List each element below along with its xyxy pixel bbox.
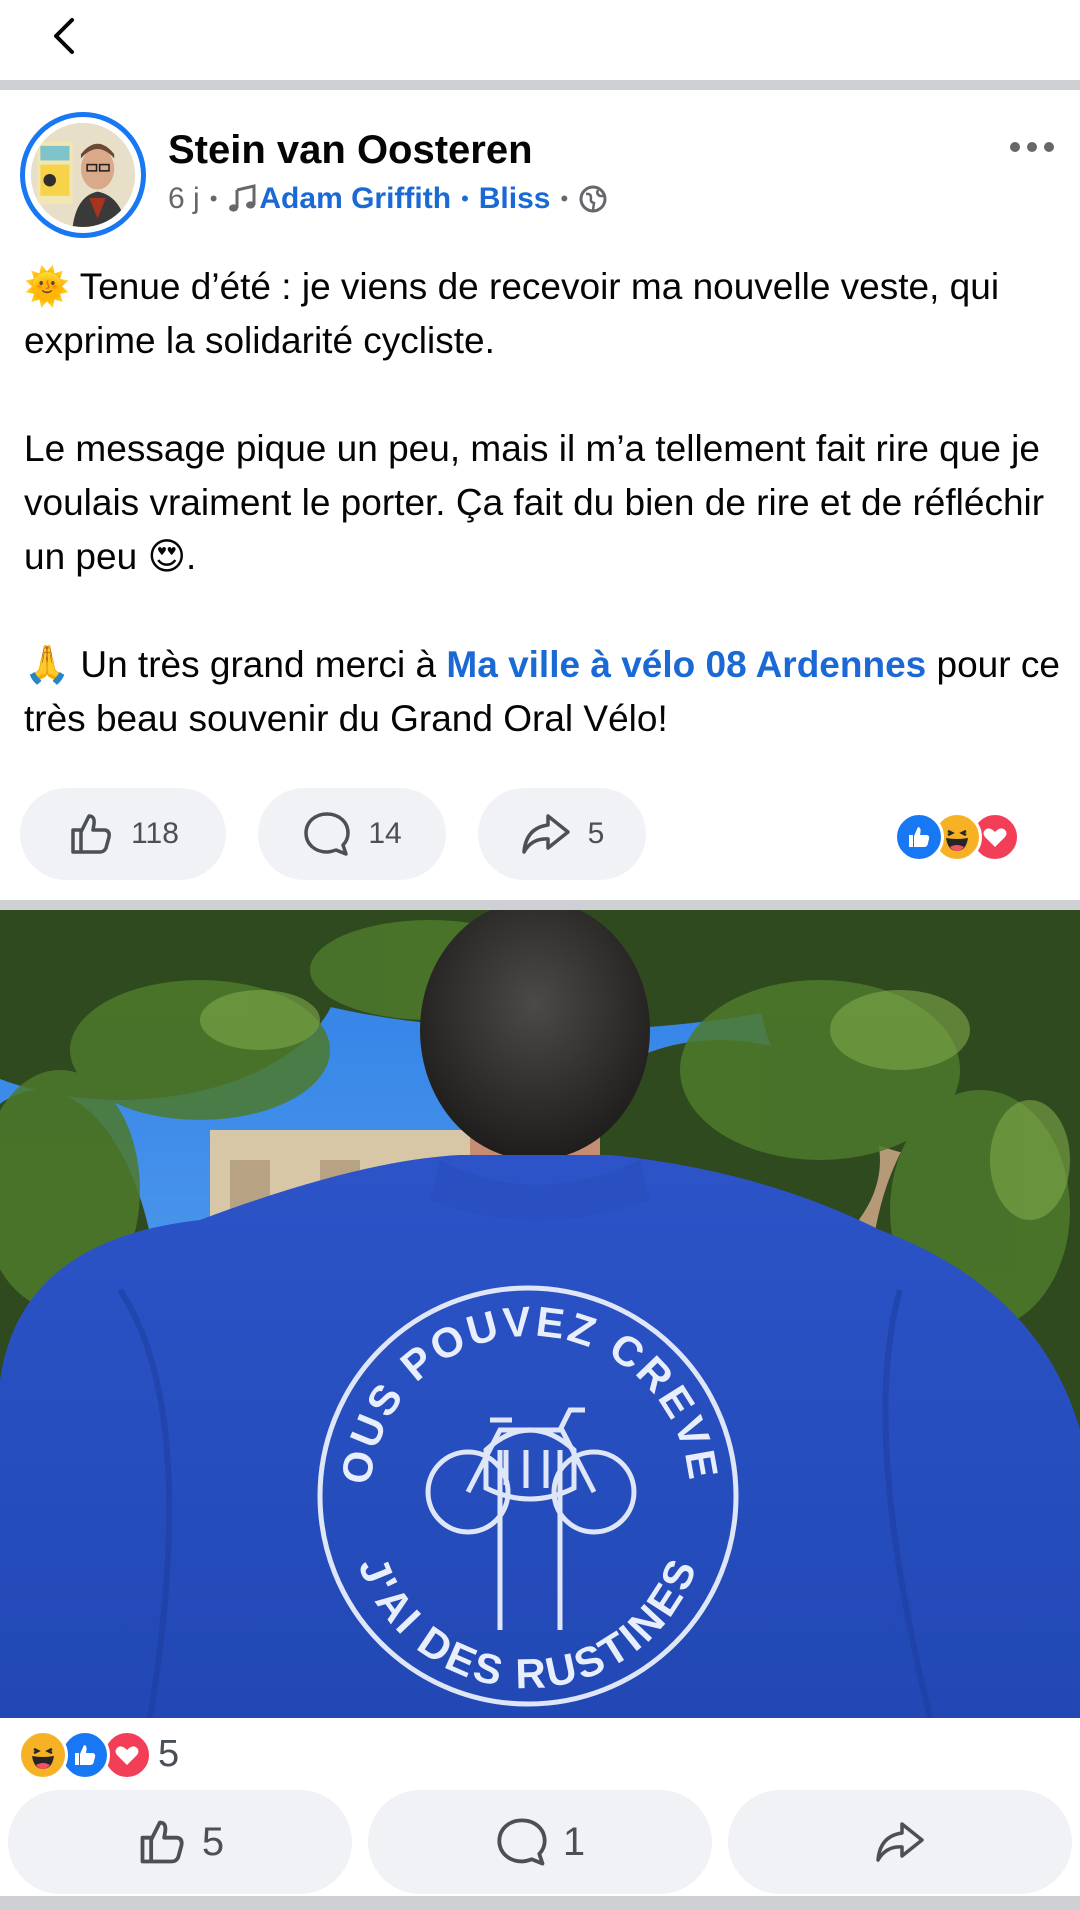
comment-icon [497, 1818, 547, 1866]
post-paragraph-2: Le message pique un peu, mais il m’a tel… [24, 428, 1045, 577]
share-icon [876, 1822, 924, 1862]
svg-text:VOUS POUVEZ CREVER: VOUS POUVEZ CREVER [0, 910, 728, 1487]
sun-emoji: 🌞 [24, 266, 71, 307]
post-paragraph-3: 🙏 Un très grand merci à Ma ville à vélo … [24, 644, 1060, 739]
jacket-text-bottom: J'AI DES RUSTINES [350, 1550, 704, 1697]
svg-text:J'AI DES RUSTINES: J'AI DES RUSTINES [350, 1550, 707, 1697]
pray-emoji: 🙏 [24, 644, 71, 685]
globe-icon [579, 185, 607, 213]
more-options-button[interactable] [1010, 142, 1054, 152]
comment-icon [304, 812, 351, 856]
thumbs-up-icon [71, 814, 111, 854]
reaction-summary[interactable] [894, 812, 1024, 862]
page-mention-link[interactable]: Ma ville à vélo 08 Ardennes [446, 644, 926, 685]
like-button[interactable]: 118 [20, 788, 226, 880]
avatar[interactable] [20, 112, 146, 238]
photo-reaction-count: 5 [158, 1733, 180, 1775]
like-count: 118 [131, 817, 179, 850]
post-time[interactable]: 6 j [168, 182, 200, 216]
post-paragraph-1: 🌞 Tenue d’été : je viens de recevoir ma … [24, 266, 1000, 361]
song-title[interactable]: Bliss [479, 182, 551, 216]
comment-count: 14 [368, 817, 402, 850]
photo-comment-count: 1 [562, 1819, 586, 1864]
share-button[interactable]: 5 [478, 788, 646, 880]
divider [0, 80, 1080, 90]
like-reaction-icon [894, 812, 944, 862]
top-bar [0, 0, 1080, 80]
photo-actions: 5 5 1 [0, 1718, 1080, 1910]
divider [0, 900, 1080, 910]
avatar-image [31, 123, 135, 227]
jacket-print: VOUS POUVEZ CREVER J'AI DES RUSTINES [0, 910, 728, 1697]
photo-reaction-summary[interactable] [18, 1730, 168, 1780]
music-attachment[interactable]: Adam Griffith [227, 182, 451, 216]
comment-button[interactable]: 14 [258, 788, 446, 880]
author-name[interactable]: Stein van Oosteren [168, 128, 533, 173]
post-meta: 6 j • Adam Griffith • Bliss • [168, 182, 608, 216]
photo-comment-button[interactable]: 1 [368, 1790, 712, 1894]
photo-share-button[interactable] [728, 1790, 1072, 1894]
share-count: 5 [587, 817, 605, 850]
share-icon [521, 814, 570, 854]
back-button[interactable] [44, 14, 84, 58]
divider [0, 1896, 1080, 1910]
photo-like-count: 5 [201, 1819, 225, 1864]
post-card: Stein van Oosteren 6 j • Adam Griffith •… [0, 90, 1080, 900]
chevron-left-icon [54, 18, 74, 54]
music-note-icon [229, 184, 256, 212]
post-photo[interactable]: VOUS POUVEZ CREVER J'AI DES RUSTINES [0, 910, 1080, 1718]
jacket-text-top: VOUS POUVEZ CREVER [0, 910, 725, 1487]
haha-reaction-icon [18, 1730, 68, 1780]
photo-like-button[interactable]: 5 [8, 1790, 352, 1894]
post-text: 🌞 Tenue d’été : je viens de recevoir ma … [24, 260, 1064, 800]
thumbs-up-icon [140, 1820, 184, 1864]
heart-eyes-emoji: 😍 [147, 536, 187, 577]
song-artist: Adam Griffith [259, 182, 452, 215]
